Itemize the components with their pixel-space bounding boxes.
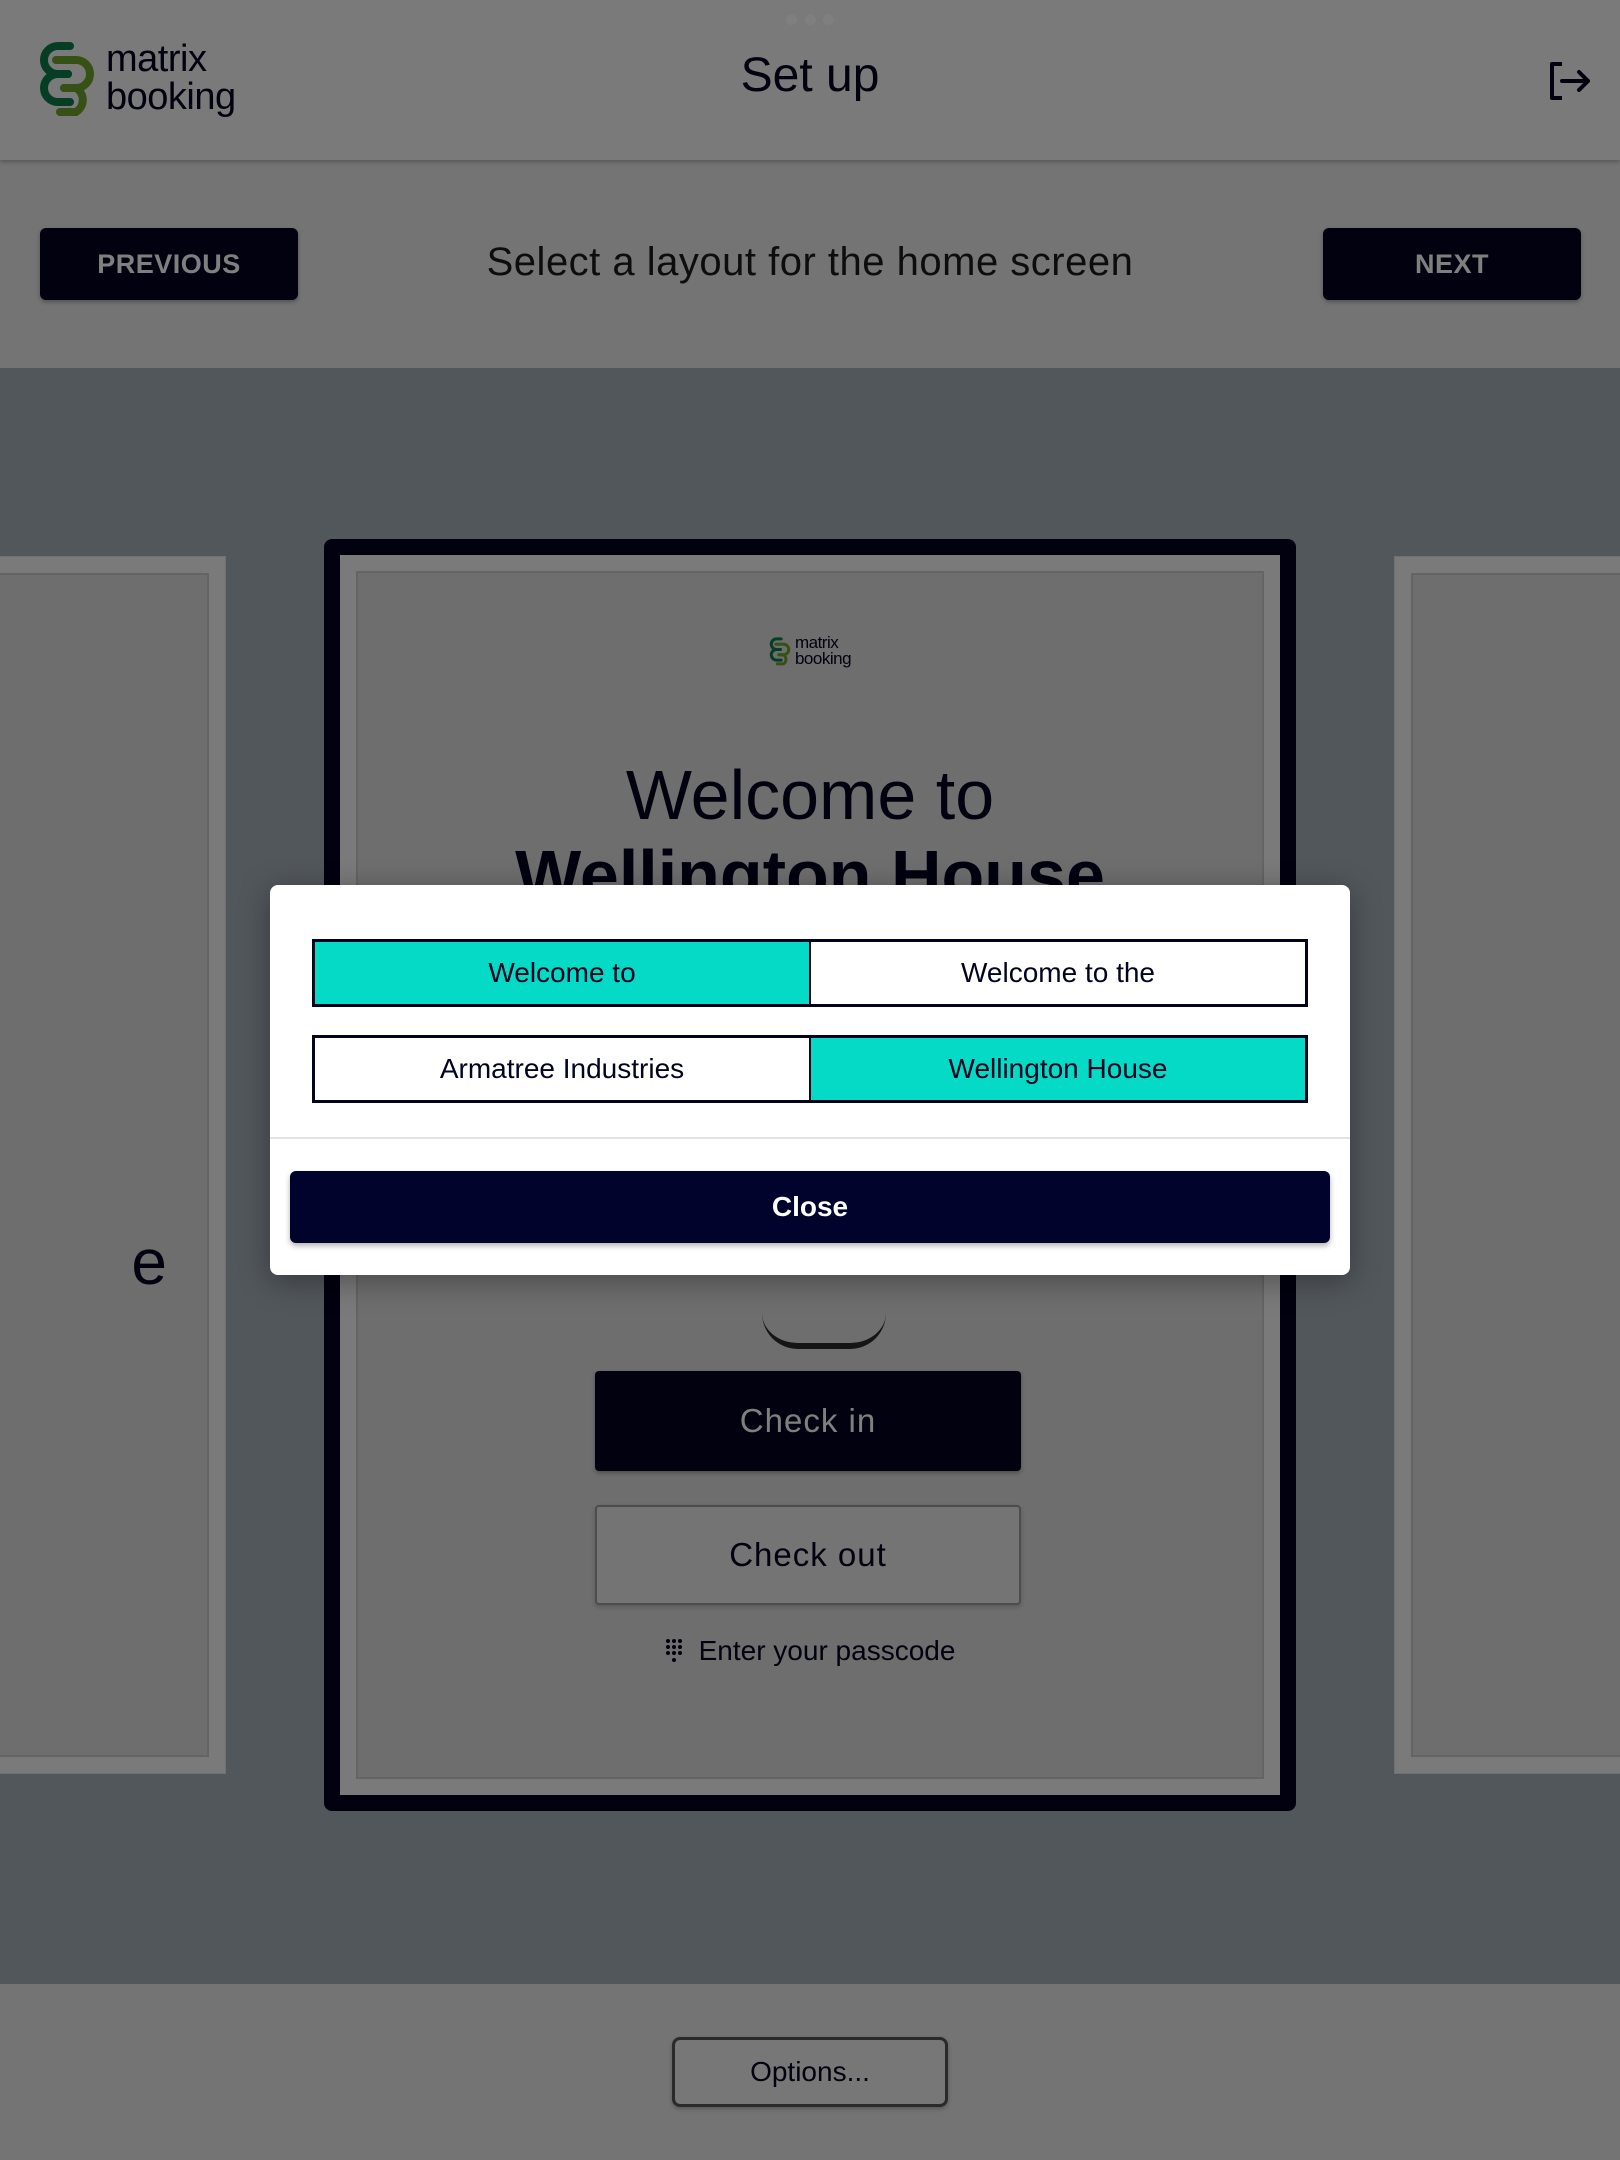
greeting-option-welcome-to[interactable]: Welcome to: [315, 942, 809, 1004]
divider: [270, 1137, 1350, 1139]
app: matrix booking Set up PREVIOUS Select a …: [0, 0, 1620, 2160]
greeting-option-welcome-to-the[interactable]: Welcome to the: [809, 942, 1305, 1004]
close-button[interactable]: Close: [290, 1171, 1330, 1243]
name-option-wellington-house[interactable]: Wellington House: [809, 1038, 1305, 1100]
greeting-segmented-control: Welcome to Welcome to the: [312, 939, 1308, 1007]
welcome-text-options-dialog: Welcome to Welcome to the Armatree Indus…: [270, 885, 1350, 1275]
name-segmented-control: Armatree Industries Wellington House: [312, 1035, 1308, 1103]
name-option-armatree-industries[interactable]: Armatree Industries: [315, 1038, 809, 1100]
